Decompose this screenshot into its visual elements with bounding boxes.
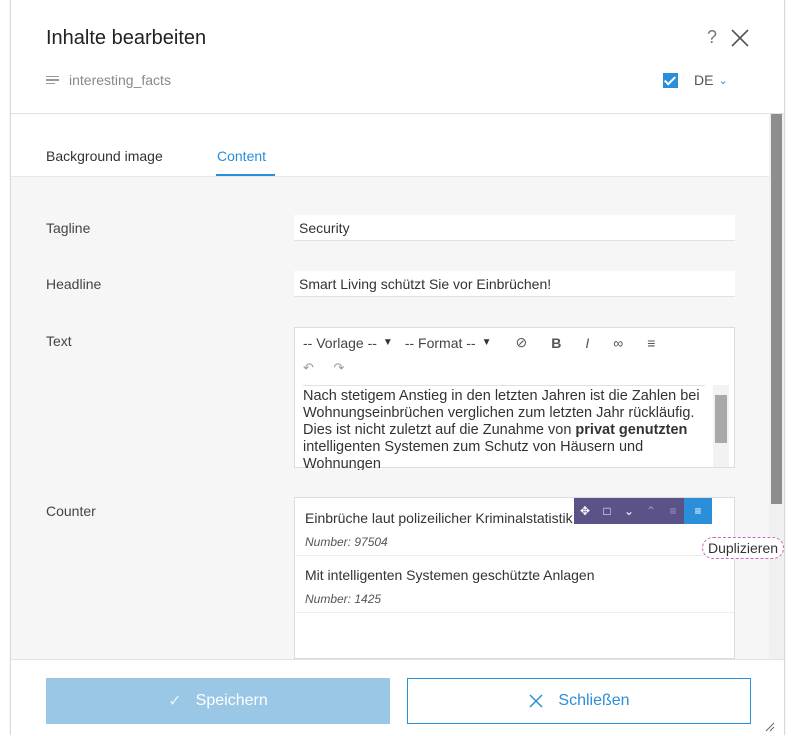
- tagline-input[interactable]: Security: [294, 215, 735, 241]
- duplicate-tooltip: Duplizieren: [702, 537, 785, 559]
- tagline-label: Tagline: [46, 220, 91, 236]
- editor-scrollbar[interactable]: [713, 385, 729, 467]
- bold-text: privat genutzten: [575, 422, 688, 438]
- resize-handle-icon[interactable]: [763, 720, 775, 732]
- counter-number: Number: 1425: [305, 592, 382, 606]
- counter-label: Counter: [46, 503, 96, 519]
- move-icon[interactable]: ✥: [574, 498, 596, 524]
- tab-background-image[interactable]: Background image: [46, 148, 163, 164]
- tab-content[interactable]: Content: [217, 148, 266, 164]
- chevron-down-icon[interactable]: ⌄: [618, 498, 640, 524]
- dialog-header: Inhalte bearbeiten ? interesting_facts D…: [11, 0, 784, 114]
- dialog-scroll-thumb[interactable]: [771, 114, 782, 504]
- text-label: Text: [46, 333, 72, 349]
- close-button[interactable]: Schließen: [407, 678, 751, 724]
- undo-redo: ↶ ↷: [303, 360, 360, 376]
- dialog-body: Background image Content Tagline Securit…: [11, 114, 769, 659]
- component-name: interesting_facts: [46, 72, 171, 88]
- list-item[interactable]: Mit intelligenten Systemen geschützte An…: [295, 555, 734, 613]
- italic-button[interactable]: I: [585, 335, 589, 351]
- save-button[interactable]: ✓ Speichern: [46, 678, 390, 724]
- counter-number: Number: 97504: [305, 535, 388, 549]
- undo-icon[interactable]: ↶: [303, 360, 314, 375]
- close-icon[interactable]: [729, 27, 751, 49]
- chevron-down-icon[interactable]: ⌄: [718, 74, 727, 87]
- close-icon: [529, 694, 543, 708]
- list-item[interactable]: Einbrüche laut polizeilicher Kriminalsta…: [295, 498, 734, 556]
- language-checkbox[interactable]: [663, 72, 678, 88]
- editor-toolbar: -- Vorlage -- ▼ -- Format -- ▼ ⊘ B I ∞ ≡: [303, 334, 667, 351]
- duplicate-icon[interactable]: ≡: [684, 498, 712, 524]
- chevron-up-icon[interactable]: ⌃: [640, 498, 662, 524]
- edit-content-dialog: Inhalte bearbeiten ? interesting_facts D…: [10, 0, 785, 736]
- list-icon[interactable]: ≡: [647, 335, 655, 351]
- bold-button[interactable]: B: [551, 335, 561, 351]
- dialog-scrollbar[interactable]: [769, 114, 784, 659]
- rich-text-editor[interactable]: -- Vorlage -- ▼ -- Format -- ▼ ⊘ B I ∞ ≡ ↶…: [294, 327, 735, 470]
- check-icon: ✓: [168, 693, 182, 710]
- active-tab-indicator: [216, 174, 275, 176]
- template-select[interactable]: -- Vorlage -- ▼: [303, 335, 393, 351]
- help-icon[interactable]: ?: [707, 27, 717, 48]
- counter-title: Mit intelligenten Systemen geschützte An…: [305, 567, 595, 583]
- redo-icon[interactable]: ↷: [334, 360, 345, 375]
- dialog-title: Inhalte bearbeiten: [46, 27, 207, 49]
- lines-icon: [46, 74, 59, 86]
- link-icon[interactable]: ∞: [613, 335, 623, 351]
- format-select[interactable]: -- Format -- ▼: [405, 335, 492, 351]
- eraser-icon[interactable]: ⊘: [516, 334, 528, 351]
- editor-content[interactable]: Nach stetigem Anstieg in den letzten Jah…: [303, 385, 705, 470]
- trash-icon[interactable]: □: [596, 498, 618, 524]
- lines-icon[interactable]: ≡: [662, 498, 684, 524]
- tab-bar: Background image Content: [11, 114, 769, 177]
- headline-label: Headline: [46, 276, 102, 292]
- counter-title: Einbrüche laut polizeilicher Kriminalsta…: [305, 510, 573, 526]
- headline-input[interactable]: Smart Living schützt Sie vor Einbrüchen!: [294, 271, 735, 297]
- item-toolbar: ✥ □ ⌄ ⌃ ≡ ≡: [574, 498, 712, 524]
- language-label[interactable]: DE: [694, 72, 713, 88]
- dialog-footer: ✓ Speichern Schließen: [11, 659, 784, 736]
- language-selector[interactable]: DE ⌄: [663, 72, 728, 88]
- component-name-label: interesting_facts: [69, 72, 171, 88]
- counter-list: Einbrüche laut polizeilicher Kriminalsta…: [294, 497, 735, 659]
- editor-scroll-thumb[interactable]: [715, 395, 727, 443]
